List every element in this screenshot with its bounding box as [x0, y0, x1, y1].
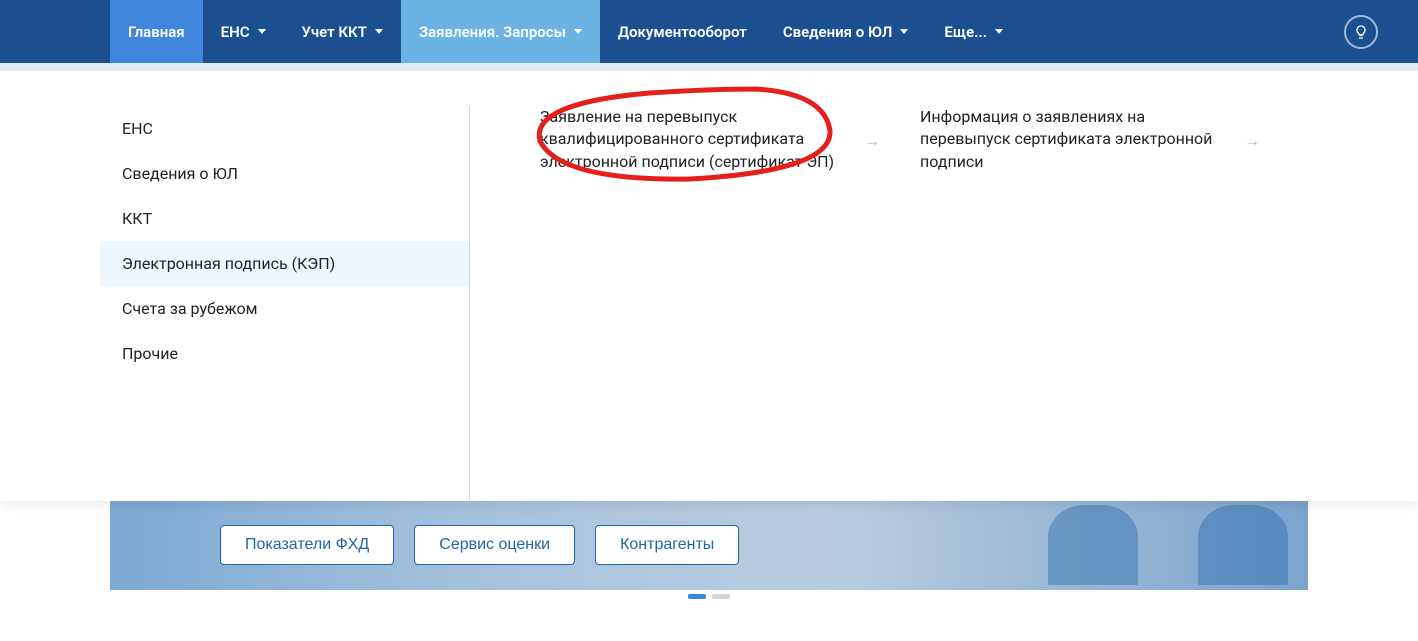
help-button[interactable]	[1344, 15, 1378, 49]
nav-item-requests[interactable]: Заявления. Запросы	[401, 0, 600, 63]
nav-item-org-info[interactable]: Сведения о ЮЛ	[765, 0, 927, 63]
banner-region: Показатели ФХД Сервис оценки Контрагенты	[110, 500, 1308, 590]
chevron-down-icon	[375, 29, 383, 34]
banner-illustration	[1008, 500, 1308, 590]
chevron-down-icon	[900, 29, 908, 34]
nav-item-docflow[interactable]: Документооборот	[600, 0, 765, 63]
sidebar-item-org-info[interactable]: Сведения о ЮЛ	[100, 151, 469, 196]
nav-label: Главная	[128, 23, 185, 41]
sidebar-item-label: Сведения о ЮЛ	[122, 164, 238, 183]
sidebar-item-esignature[interactable]: Электронная подпись (КЭП)	[100, 241, 469, 286]
dropdown-panel: ЕНС Сведения о ЮЛ ККТ Электронная подпис…	[0, 71, 1418, 501]
sidebar-item-label: ЕНС	[122, 119, 153, 138]
content-col-2: Информация о заявлениях на перевыпуск се…	[920, 106, 1300, 501]
arrow-right-icon: →	[1244, 131, 1260, 151]
lightbulb-icon	[1353, 24, 1369, 40]
carousel-dot[interactable]	[712, 594, 730, 599]
sidebar-item-ens[interactable]: ЕНС	[100, 106, 469, 151]
content-col-1: Заявление на перевыпуск квалифицированно…	[540, 106, 920, 501]
carousel-dots	[0, 594, 1418, 599]
btn-counterparties[interactable]: Контрагенты	[595, 525, 739, 565]
nav-item-more[interactable]: Еще...	[926, 0, 1021, 63]
nav-item-ens[interactable]: ЕНС	[203, 0, 284, 63]
nav-label: Учет ККТ	[302, 23, 367, 41]
carousel-dot[interactable]	[688, 594, 706, 599]
nav-label: Сведения о ЮЛ	[783, 23, 893, 41]
btn-rating-service[interactable]: Сервис оценки	[414, 525, 575, 565]
chevron-down-icon	[574, 29, 582, 34]
chevron-down-icon	[258, 29, 266, 34]
nav-item-home[interactable]: Главная	[110, 0, 203, 63]
sidebar-item-label: Счета за рубежом	[122, 299, 257, 318]
link-text: Заявление на перевыпуск квалифицированно…	[540, 106, 850, 173]
link-reissue-certificate[interactable]: Заявление на перевыпуск квалифицированно…	[540, 106, 880, 173]
sidebar-item-label: Прочие	[122, 344, 178, 363]
arrow-right-icon: →	[864, 131, 880, 151]
sidebar: ЕНС Сведения о ЮЛ ККТ Электронная подпис…	[100, 106, 470, 501]
sidebar-item-label: Электронная подпись (КЭП)	[122, 254, 335, 273]
link-text: Информация о заявлениях на перевыпуск се…	[920, 106, 1230, 173]
sidebar-item-foreign-accounts[interactable]: Счета за рубежом	[100, 286, 469, 331]
nav-label: ЕНС	[221, 23, 250, 41]
nav-label: Заявления. Запросы	[419, 23, 566, 41]
nav-item-kkt[interactable]: Учет ККТ	[284, 0, 401, 63]
link-certificate-info[interactable]: Информация о заявлениях на перевыпуск се…	[920, 106, 1260, 173]
top-nav: Главная ЕНС Учет ККТ Заявления. Запросы …	[0, 0, 1418, 63]
btn-indicators[interactable]: Показатели ФХД	[220, 525, 394, 565]
nav-label: Еще...	[944, 23, 987, 41]
spacer	[0, 63, 1418, 71]
sidebar-item-label: ККТ	[122, 209, 152, 228]
sidebar-item-other[interactable]: Прочие	[100, 331, 469, 376]
nav-label: Документооборот	[618, 23, 747, 41]
sidebar-item-kkt[interactable]: ККТ	[100, 196, 469, 241]
content-columns: Заявление на перевыпуск квалифицированно…	[470, 106, 1418, 501]
chevron-down-icon	[995, 29, 1003, 34]
